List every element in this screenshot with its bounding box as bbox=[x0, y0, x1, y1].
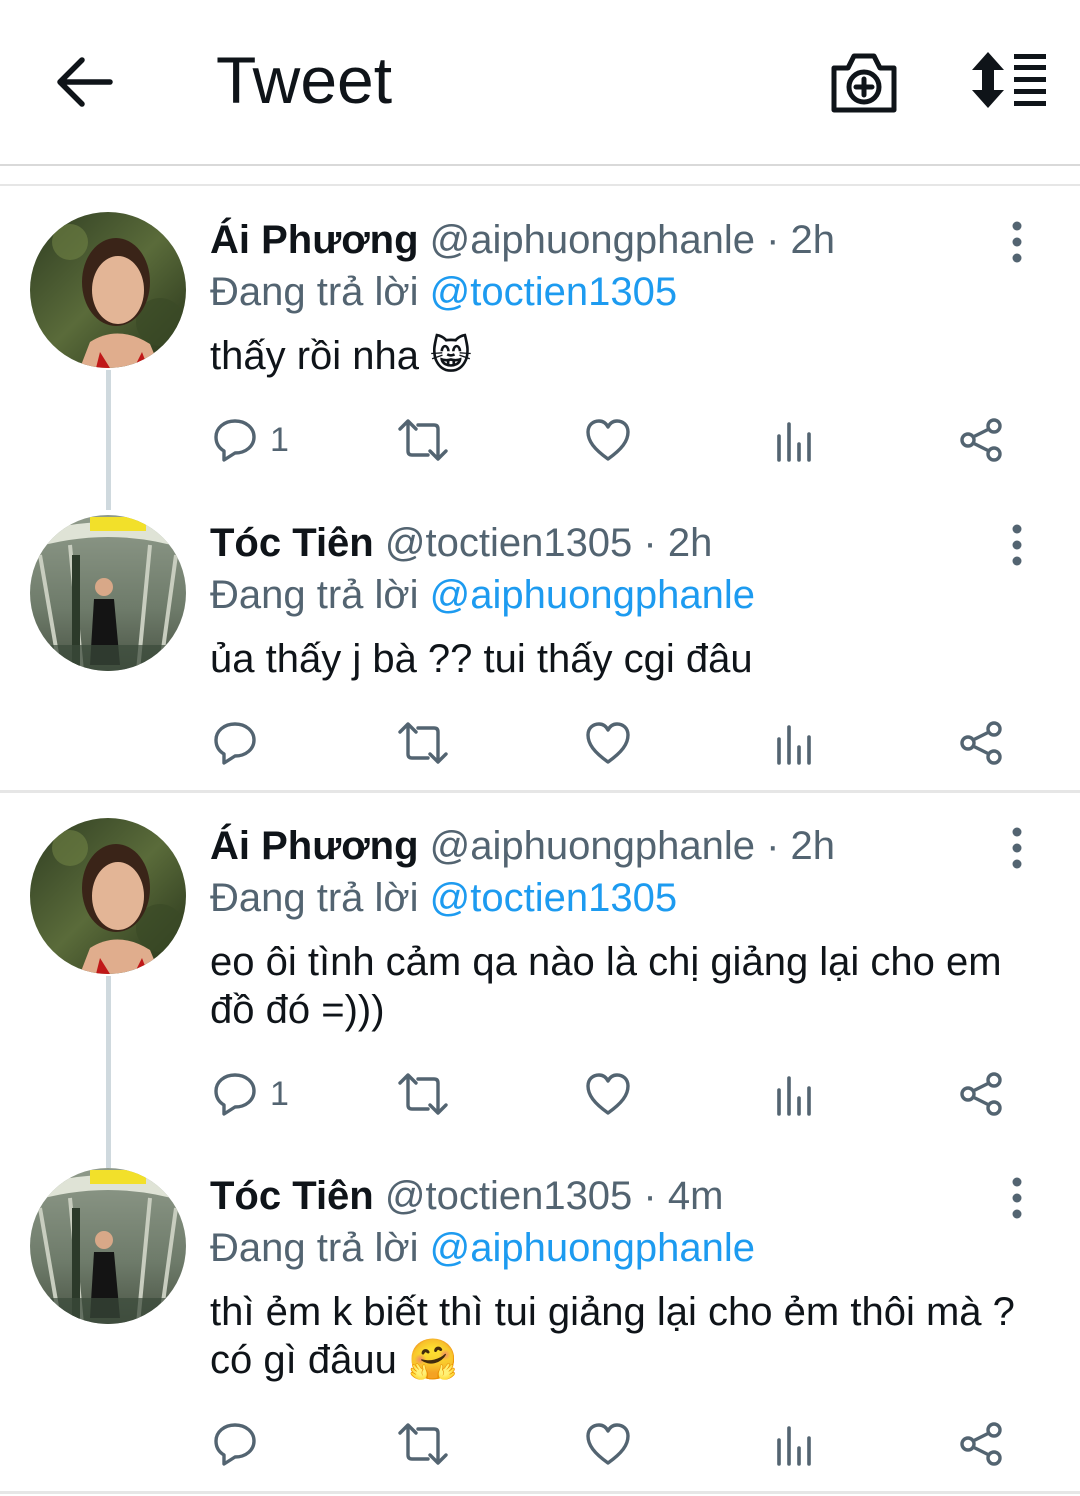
user-handle: @aiphuongphanle bbox=[429, 218, 755, 262]
mention-link[interactable]: @aiphuongphanle bbox=[430, 573, 755, 617]
more-options-icon[interactable] bbox=[1004, 218, 1030, 266]
replying-to: Đang trả lời @aiphuongphanle bbox=[210, 573, 755, 617]
like-button[interactable] bbox=[584, 1064, 632, 1124]
avatar[interactable] bbox=[30, 1168, 186, 1324]
tweet[interactable]: Ái Phương @aiphuongphanle · 2h Đang trả … bbox=[0, 212, 1080, 510]
heart-icon bbox=[586, 1073, 630, 1115]
tweet-header: Ái Phương @aiphuongphanle · 2h bbox=[210, 818, 835, 874]
tweet[interactable]: Tóc Tiên @toctien1305 · 2h Đang trả lời … bbox=[0, 515, 1080, 785]
thread-divider bbox=[0, 790, 1080, 793]
tweet[interactable]: Tóc Tiên @toctien1305 · 4m Đang trả lời … bbox=[0, 1168, 1080, 1488]
timestamp: · 2h bbox=[754, 824, 836, 868]
reply-button[interactable] bbox=[212, 713, 270, 773]
tweet-text: ủa thấy j bà ?? tui thấy cgi đâu bbox=[210, 637, 753, 681]
analytics-icon bbox=[777, 1076, 811, 1116]
emoji: 😸 bbox=[430, 334, 472, 378]
avatar[interactable] bbox=[30, 818, 186, 974]
retweet-button[interactable] bbox=[396, 713, 450, 773]
share-icon bbox=[960, 1422, 1002, 1466]
emoji: 🤗 bbox=[407, 1338, 458, 1382]
replying-to: Đang trả lời @aiphuongphanle bbox=[210, 1226, 755, 1270]
more-options-icon[interactable] bbox=[1004, 824, 1030, 872]
analytics-button[interactable] bbox=[774, 410, 814, 470]
share-icon bbox=[960, 721, 1002, 765]
tweet-actions bbox=[210, 713, 1040, 773]
retweet-button[interactable] bbox=[396, 1064, 450, 1124]
display-name[interactable]: Tóc Tiên bbox=[210, 521, 374, 565]
reply-button[interactable]: 1 bbox=[212, 410, 289, 470]
tweet-text: thấy rồi nha 😸 bbox=[210, 334, 472, 378]
retweet-icon bbox=[398, 722, 448, 764]
share-icon bbox=[960, 418, 1002, 462]
timestamp: · 2h bbox=[632, 521, 713, 565]
more-options-icon[interactable] bbox=[1004, 521, 1030, 569]
page-title: Tweet bbox=[216, 43, 393, 117]
user-handle: @aiphuongphanle bbox=[429, 824, 755, 868]
tweet-actions: 1 bbox=[210, 410, 1040, 470]
user-handle: @toctien1305 bbox=[384, 1174, 633, 1218]
replying-to: Đang trả lời @toctien1305 bbox=[210, 270, 678, 314]
sort-thread-icon[interactable] bbox=[968, 50, 1050, 110]
analytics-icon bbox=[777, 725, 811, 765]
camera-add-icon[interactable] bbox=[828, 48, 900, 116]
tweet-header: Tóc Tiên @toctien1305 · 2h bbox=[210, 515, 712, 571]
header-divider bbox=[0, 168, 1080, 186]
replying-to: Đang trả lời @toctien1305 bbox=[210, 876, 678, 920]
reply-icon bbox=[214, 419, 256, 462]
share-button[interactable] bbox=[958, 1064, 1006, 1124]
analytics-button[interactable] bbox=[774, 713, 814, 773]
user-handle: @toctien1305 bbox=[384, 521, 633, 565]
analytics-button[interactable] bbox=[774, 1414, 814, 1474]
tweet-header: Ái Phương @aiphuongphanle · 2h bbox=[210, 212, 835, 268]
back-arrow-icon[interactable] bbox=[52, 50, 116, 114]
reply-button[interactable]: 1 bbox=[212, 1064, 289, 1124]
share-button[interactable] bbox=[958, 410, 1006, 470]
analytics-icon bbox=[777, 1426, 811, 1466]
tweet-actions bbox=[210, 1414, 1040, 1474]
analytics-button[interactable] bbox=[774, 1064, 814, 1124]
like-button[interactable] bbox=[584, 410, 632, 470]
mention-link[interactable]: @toctien1305 bbox=[430, 876, 677, 920]
heart-icon bbox=[586, 1423, 630, 1465]
reply-button[interactable] bbox=[212, 1414, 270, 1474]
thread-line bbox=[106, 370, 111, 510]
reply-count: 1 bbox=[270, 420, 289, 459]
app-header: Tweet bbox=[0, 0, 1080, 166]
retweet-button[interactable] bbox=[396, 1414, 450, 1474]
display-name[interactable]: Tóc Tiên bbox=[210, 1174, 374, 1218]
reply-icon bbox=[214, 722, 256, 765]
tweet-header: Tóc Tiên @toctien1305 · 4m bbox=[210, 1168, 723, 1224]
timestamp: · 4m bbox=[632, 1174, 724, 1218]
reply-count: 1 bbox=[270, 1074, 289, 1113]
heart-icon bbox=[586, 722, 630, 764]
retweet-icon bbox=[398, 1073, 448, 1115]
like-button[interactable] bbox=[584, 1414, 632, 1474]
bottom-divider bbox=[0, 1491, 1080, 1494]
tweet-text: thì ẻm k biết thì tui giảng lại cho ẻm t… bbox=[210, 1290, 1015, 1382]
tweet-actions: 1 bbox=[210, 1064, 1040, 1124]
mention-link[interactable]: @aiphuongphanle bbox=[430, 1226, 755, 1270]
timestamp: · 2h bbox=[754, 218, 836, 262]
analytics-icon bbox=[777, 422, 811, 462]
thread-line bbox=[106, 976, 111, 1168]
reply-icon bbox=[214, 1073, 256, 1116]
heart-icon bbox=[586, 419, 630, 461]
share-button[interactable] bbox=[958, 1414, 1006, 1474]
avatar[interactable] bbox=[30, 212, 186, 368]
display-name[interactable]: Ái Phương bbox=[210, 218, 419, 262]
avatar[interactable] bbox=[30, 515, 186, 671]
tweet-text: eo ôi tình cảm qa nào là chị giảng lại c… bbox=[210, 940, 1002, 1032]
more-options-icon[interactable] bbox=[1004, 1174, 1030, 1222]
mention-link[interactable]: @toctien1305 bbox=[430, 270, 677, 314]
retweet-icon bbox=[398, 419, 448, 461]
retweet-icon bbox=[398, 1423, 448, 1465]
retweet-button[interactable] bbox=[396, 410, 450, 470]
display-name[interactable]: Ái Phương bbox=[210, 824, 419, 868]
like-button[interactable] bbox=[584, 713, 632, 773]
share-icon bbox=[960, 1072, 1002, 1116]
tweet[interactable]: Ái Phương @aiphuongphanle · 2h Đang trả … bbox=[0, 818, 1080, 1168]
share-button[interactable] bbox=[958, 713, 1006, 773]
reply-icon bbox=[214, 1423, 256, 1466]
